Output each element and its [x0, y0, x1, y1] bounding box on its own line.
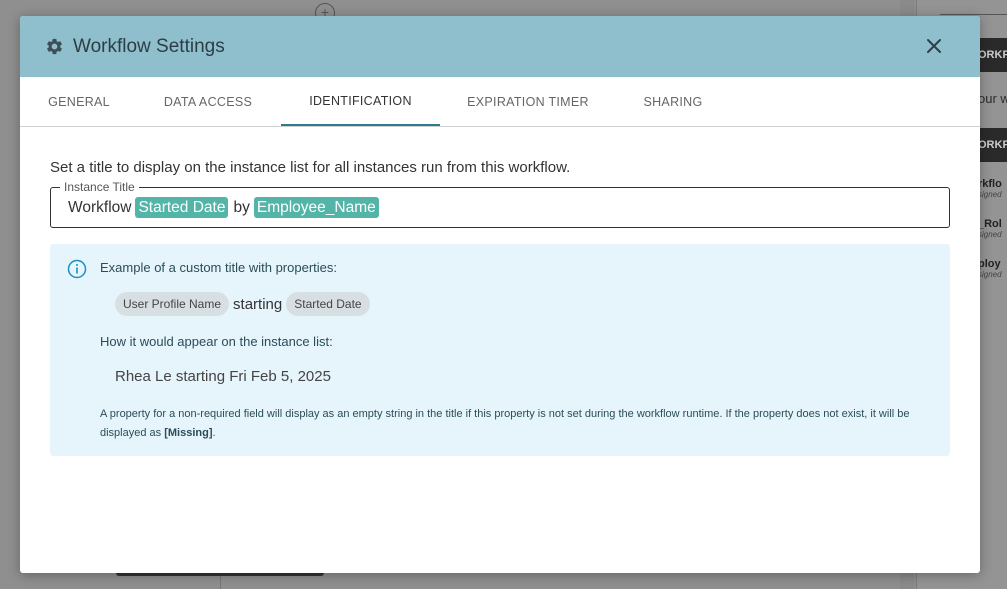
background-list-item: rkflo signed: [978, 178, 1007, 199]
background-list-item-title: ploy: [978, 258, 1001, 270]
background-workflow-button: ORKFLO: [978, 38, 1007, 72]
background-list-item-title: _Rol: [978, 218, 1002, 230]
note-end: .: [212, 427, 216, 439]
missing-property-note: A property for a non-required field will…: [100, 405, 920, 443]
tab-sharing[interactable]: SHARING: [640, 77, 706, 127]
example-chip-started-date: Started Date: [286, 292, 370, 316]
title-text: Workflow: [68, 198, 132, 216]
close-icon[interactable]: [926, 38, 942, 54]
instructions-text: Set a title to display on the instance l…: [50, 159, 571, 176]
background-list-item-subtitle: signed: [978, 230, 1002, 239]
background-list-item-subtitle: signed: [978, 270, 1002, 279]
note-text: A property for a non-required field will…: [100, 408, 910, 439]
instance-title-field[interactable]: Instance Title Workflow Started Date by …: [50, 180, 950, 228]
gear-icon: [44, 37, 64, 57]
background-list-item-subtitle: signed: [978, 190, 1002, 199]
example-chip-user-profile-name: User Profile Name: [115, 292, 230, 316]
property-chip-started-date[interactable]: Started Date: [135, 197, 229, 218]
background-list-item: ploy signed: [978, 258, 1007, 279]
tab-data-access[interactable]: DATA ACCESS: [162, 77, 254, 127]
close-button[interactable]: [924, 36, 944, 56]
tab-general[interactable]: GENERAL: [48, 77, 110, 127]
background-list-item-title: rkflo: [978, 178, 1002, 190]
tab-expiration-timer[interactable]: EXPIRATION TIMER: [465, 77, 591, 127]
appear-label: How it would appear on the instance list…: [100, 334, 333, 349]
property-chip-employee-name[interactable]: Employee_Name: [253, 197, 379, 218]
example-heading: Example of a custom title with propertie…: [100, 260, 337, 275]
info-icon: [67, 259, 87, 279]
appear-example: Rhea Le starting Fri Feb 5, 2025: [115, 368, 331, 385]
instance-title-label: Instance Title: [60, 180, 139, 194]
settings-tabs: GENERAL DATA ACCESS IDENTIFICATION EXPIR…: [20, 77, 980, 127]
example-word: starting: [233, 295, 283, 313]
background-divider: [940, 14, 1007, 15]
dialog-title: Workflow Settings: [73, 35, 225, 57]
missing-label: [Missing]: [164, 427, 213, 439]
info-panel: Example of a custom title with propertie…: [50, 244, 950, 456]
title-text: by: [233, 198, 250, 216]
workflow-settings-dialog: Workflow Settings GENERAL DATA ACCESS ID…: [20, 16, 980, 573]
background-text: our w: [978, 91, 1007, 106]
tab-identification[interactable]: IDENTIFICATION: [281, 77, 440, 126]
identification-panel: Set a title to display on the instance l…: [20, 159, 980, 456]
background-list-item: _Rol signed: [978, 218, 1007, 239]
dialog-header: Workflow Settings: [20, 16, 980, 77]
example-title-row: User Profile Name starting Started Date: [115, 292, 370, 316]
background-divider: [220, 576, 221, 589]
background-workflow-button-2: ORKF: [978, 128, 1007, 162]
